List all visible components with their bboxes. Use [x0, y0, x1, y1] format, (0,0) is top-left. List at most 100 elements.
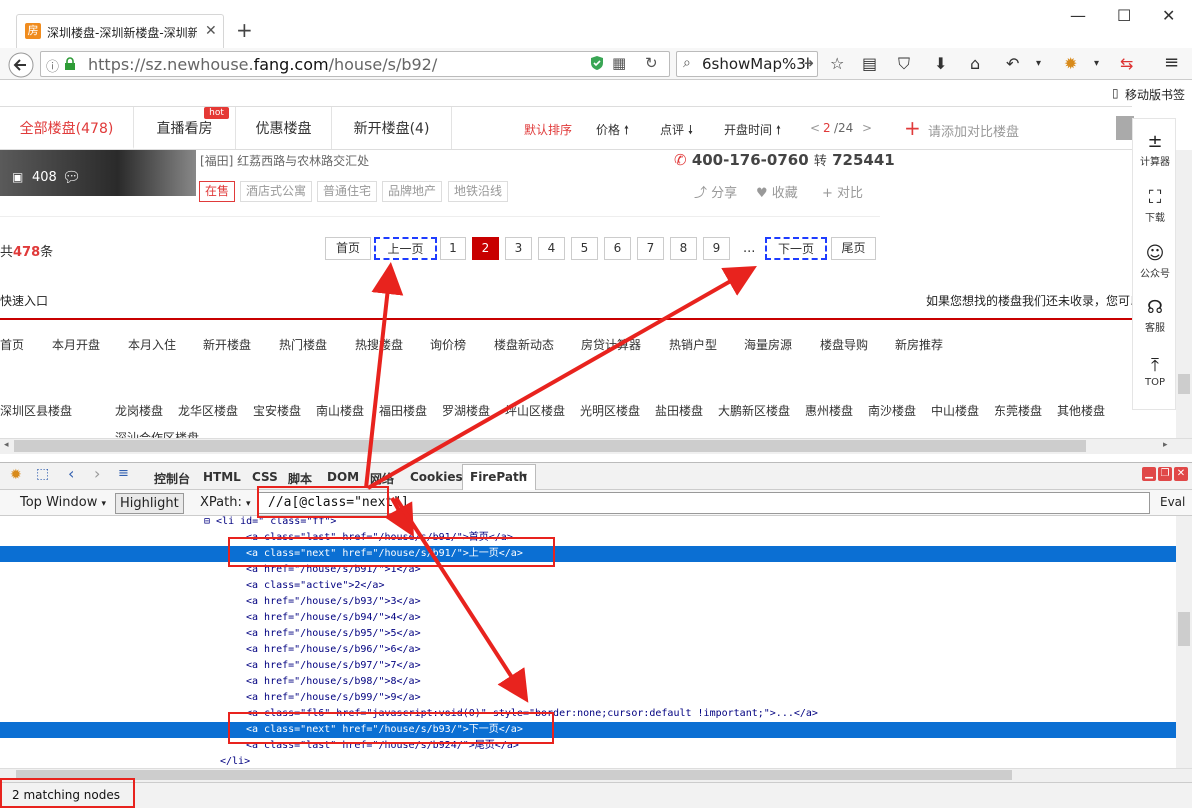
html-node-line[interactable]: <a href="/house/s/b95/">5</a>: [0, 626, 1176, 642]
window-close-icon[interactable]: ✕: [1162, 6, 1175, 25]
district-link[interactable]: 福田楼盘: [379, 402, 427, 419]
page-number[interactable]: 6: [604, 237, 631, 260]
page-number-current[interactable]: 2: [472, 237, 499, 260]
quick-link[interactable]: 房贷计算器: [581, 336, 641, 353]
quick-link[interactable]: 新开楼盘: [203, 336, 251, 353]
html-node-selected[interactable]: <a class="next" href="/house/s/b93/">下一页…: [0, 722, 1176, 738]
quick-link[interactable]: 热搜楼盘: [355, 336, 403, 353]
home-icon[interactable]: ⌂: [970, 54, 980, 73]
html-node-line[interactable]: <a href="/house/s/b93/">3</a>: [0, 594, 1176, 610]
district-link[interactable]: 龙华区楼盘: [178, 402, 238, 419]
minimize-icon[interactable]: —: [1070, 6, 1086, 25]
html-node-line[interactable]: <a href="/house/s/b97/">7</a>: [0, 658, 1176, 674]
page-number[interactable]: 9: [703, 237, 730, 260]
devtools-horizontal-scroll-thumb[interactable]: [16, 770, 1012, 780]
sort-open-time[interactable]: 开盘时间 🠕: [724, 121, 781, 142]
page-number[interactable]: 3: [505, 237, 532, 260]
quick-link[interactable]: 楼盘新动态: [494, 336, 554, 353]
devtools-close-icon[interactable]: ✕: [1174, 467, 1188, 481]
share-button[interactable]: ⤴ 分享: [694, 182, 737, 201]
page-next-chevron-icon[interactable]: >: [862, 121, 872, 135]
html-node-selected[interactable]: <a class="next" href="/house/s/b91/">上一页…: [0, 546, 1176, 562]
page-first-button[interactable]: 首页: [325, 237, 371, 260]
page-horizontal-scroll-thumb[interactable]: [14, 440, 1086, 452]
page-prev-chevron-icon[interactable]: <: [810, 121, 820, 135]
top-window-select[interactable]: Top Window ▾: [16, 493, 110, 514]
info-icon[interactable]: ⓘ: [46, 56, 59, 75]
shield-icon[interactable]: [590, 55, 604, 71]
sync-arrows-icon[interactable]: ⇆: [1120, 54, 1133, 73]
tab-css[interactable]: CSS: [252, 470, 278, 484]
sort-price[interactable]: 价格 🠕: [596, 121, 629, 142]
page-number[interactable]: 7: [637, 237, 664, 260]
tab-close-icon[interactable]: ✕: [205, 23, 217, 39]
firebug-dropdown-icon[interactable]: ▾: [1094, 58, 1099, 69]
tab-discount[interactable]: 优惠楼盘: [236, 107, 332, 149]
firepath-dropdown-icon[interactable]: ▾: [522, 471, 527, 482]
sidebar-wechat[interactable]: ☺ 公众号: [1133, 243, 1177, 280]
menu-hamburger-icon[interactable]: ≡: [1164, 52, 1179, 73]
quick-link[interactable]: 海量房源: [744, 336, 792, 353]
devtools-minimize-icon[interactable]: ▁: [1142, 467, 1156, 481]
sidebar-download[interactable]: ⛶ 下载: [1133, 187, 1177, 224]
pocket-icon[interactable]: ⛉: [898, 54, 910, 74]
scroll-left-icon[interactable]: ◂: [4, 440, 9, 450]
devtools-forward-icon[interactable]: ›: [94, 464, 100, 483]
sidebar-top[interactable]: ⤒ TOP: [1133, 355, 1177, 388]
xpath-select[interactable]: XPath: ▾: [196, 493, 255, 514]
html-node-line[interactable]: <a class="active">2</a>: [0, 578, 1176, 594]
page-prev-button[interactable]: 上一页: [374, 237, 437, 260]
district-link[interactable]: 惠州楼盘: [805, 402, 853, 419]
html-node-line[interactable]: <a href="/house/s/b94/">4</a>: [0, 610, 1176, 626]
page-number[interactable]: 4: [538, 237, 565, 260]
district-link[interactable]: 东莞楼盘: [994, 402, 1042, 419]
page-last-button[interactable]: 尾页: [831, 237, 876, 260]
firebug-icon[interactable]: ✹: [10, 467, 22, 483]
devtools-vertical-scrollbar[interactable]: [1176, 516, 1192, 768]
devtools-back-icon[interactable]: ‹: [68, 464, 74, 483]
html-node-line[interactable]: <a href="/house/s/b98/">8</a>: [0, 674, 1176, 690]
download-arrow-icon[interactable]: ⬇: [934, 54, 947, 73]
browser-tab[interactable]: 房 深圳楼盘-深圳新楼盘-深圳新 ✕: [16, 14, 224, 48]
district-link[interactable]: 龙岗楼盘: [115, 402, 163, 419]
page-next-button[interactable]: 下一页: [765, 237, 827, 260]
maximize-icon[interactable]: ☐: [1117, 6, 1131, 25]
compare-button[interactable]: + 对比: [822, 182, 863, 201]
mobile-bookmarks[interactable]: 移动版书签: [1125, 86, 1185, 103]
district-link[interactable]: 宝安楼盘: [253, 402, 301, 419]
undo-dropdown-icon[interactable]: ▾: [1036, 58, 1041, 69]
html-node-line[interactable]: <a href="/house/s/b96/">6</a>: [0, 642, 1176, 658]
eval-button[interactable]: Eval: [1160, 495, 1185, 509]
html-node-line[interactable]: <a class="last" href="/house/s/b91/">首页<…: [0, 530, 1176, 546]
district-link[interactable]: 罗湖楼盘: [442, 402, 490, 419]
district-link[interactable]: 南山楼盘: [316, 402, 364, 419]
quick-link[interactable]: 热销户型: [669, 336, 717, 353]
firebug-icon[interactable]: ✹: [1064, 54, 1077, 73]
listing-photo[interactable]: [0, 150, 196, 196]
quick-link[interactable]: 热门楼盘: [279, 336, 327, 353]
page-number[interactable]: 8: [670, 237, 697, 260]
page-vertical-scrollbar[interactable]: [1176, 150, 1192, 438]
search-input-text[interactable]: 6showMap%3l: [702, 55, 812, 73]
command-line-icon[interactable]: ≡: [118, 466, 129, 481]
reading-list-icon[interactable]: ▤: [862, 54, 877, 73]
devtools-detach-icon[interactable]: ❐: [1158, 467, 1172, 481]
district-link[interactable]: 其他楼盘: [1057, 402, 1105, 419]
tab-all-listings[interactable]: 全部楼盘(478): [0, 107, 134, 149]
undo-icon[interactable]: ↶: [1006, 54, 1019, 73]
new-tab-plus-icon[interactable]: +: [236, 18, 253, 42]
page-number[interactable]: 1: [440, 237, 466, 260]
add-compare-plus-icon[interactable]: +: [904, 116, 921, 140]
tab-console[interactable]: 控制台: [154, 470, 190, 487]
sort-default[interactable]: 默认排序: [524, 121, 572, 138]
district-link[interactable]: 大鹏新区楼盘: [718, 402, 790, 419]
quick-link[interactable]: 本月入住: [128, 336, 176, 353]
district-link-partial[interactable]: 深汕合作区楼盘: [115, 430, 199, 438]
qr-code-icon[interactable]: ▦: [612, 54, 626, 72]
quick-link[interactable]: 本月开盘: [52, 336, 100, 353]
district-link[interactable]: 盐田楼盘: [655, 402, 703, 419]
html-node-line[interactable]: <a href="/house/s/b91/">1</a>: [0, 562, 1176, 578]
page-number[interactable]: 5: [571, 237, 598, 260]
back-button-icon[interactable]: [8, 52, 34, 78]
tab-script[interactable]: 脚本: [288, 470, 312, 487]
